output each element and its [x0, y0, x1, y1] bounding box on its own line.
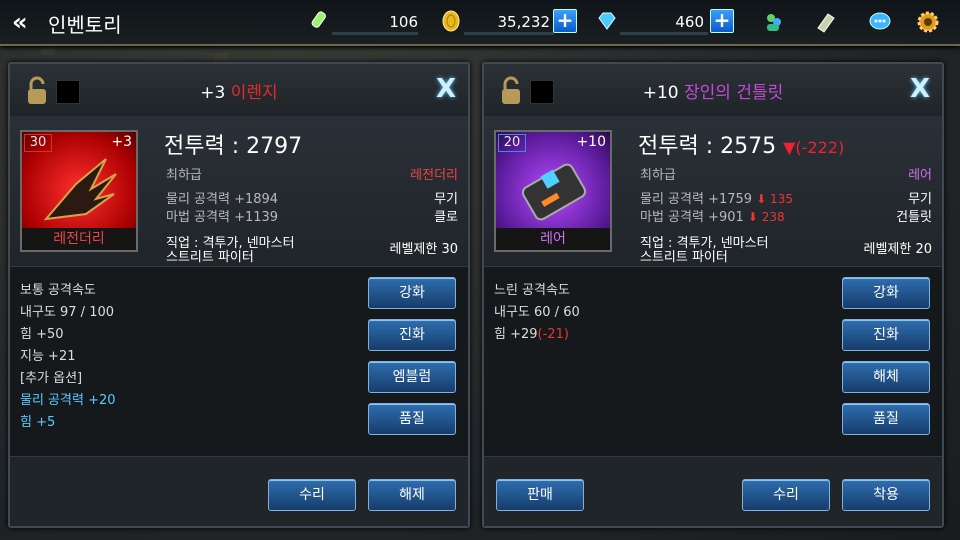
extra-option-1: 물리 공격력 +20 — [20, 393, 116, 408]
gold-value: 35,232 — [497, 13, 551, 31]
physical-attack: 물리 공격력 +1894 — [166, 192, 279, 207]
add-gold-button[interactable]: + — [553, 9, 577, 33]
top-bar: « 인벤토리 106 35,232 + 460 + — [0, 0, 960, 46]
grade-label: 레어 — [908, 168, 932, 183]
enhance-button[interactable]: 강화 — [842, 277, 930, 309]
gem-resource: 460 + — [596, 8, 738, 36]
enhance-button[interactable]: 강화 — [368, 277, 456, 309]
level-limit: 레벨제한 20 — [863, 242, 932, 257]
durability: 내구도 97 / 100 — [20, 305, 115, 320]
gauntlet-icon — [521, 163, 587, 221]
grade-label: 레전더리 — [410, 168, 458, 183]
quality-button[interactable]: 품질 — [368, 403, 456, 435]
grade-quality: 최하급 — [640, 168, 676, 183]
magic-attack: 마법 공격력 +1139 — [166, 210, 279, 225]
item-name: 장인의 건틀릿 — [684, 83, 784, 103]
item-subtype: 건틀릿 — [896, 210, 932, 225]
attack-speed: 느린 공격속도 — [494, 283, 570, 298]
item-slot: 20 +10 레어 — [494, 130, 612, 252]
stat-str-delta: (-21) — [537, 327, 569, 342]
enhance-level: +10 — [576, 134, 606, 150]
combat-power: 전투력 : 2575 ▼(-222) — [638, 134, 845, 159]
stat-str: 힘 +50 — [20, 327, 64, 342]
equipped-item-panel: +3 이렌지 X 30 +3 레전더리 전투력 : 2797 최하급 레전더리 … — [8, 62, 470, 528]
power-delta: ▼(-222) — [783, 138, 845, 157]
back-icon[interactable]: « — [12, 8, 27, 36]
item-title: +3 이렌지 — [200, 83, 278, 103]
item-level: 30 — [24, 134, 52, 152]
item-type: 무기 — [908, 192, 932, 207]
job-line-2: 스트리트 파이터 — [640, 250, 728, 265]
stat-str: 힘 +29(-21) — [494, 327, 569, 342]
quest-scroll-icon[interactable] — [814, 10, 838, 34]
friends-icon[interactable] — [762, 10, 786, 34]
item-grade: 레전더리 — [22, 228, 136, 250]
gem-icon — [598, 12, 616, 30]
evolve-button[interactable]: 진화 — [368, 319, 456, 351]
unequip-button[interactable]: 해제 — [368, 479, 456, 511]
item-grade: 레어 — [496, 228, 610, 250]
energy-resource: 106 — [308, 8, 420, 36]
gem-value: 460 — [675, 13, 704, 31]
selected-item-panel: +10 장인의 건틀릿 X 20 +10 레어 전투력 : 2575 ▼(-22… — [482, 62, 944, 528]
energy-value: 106 — [389, 13, 418, 31]
energy-potion-icon — [311, 11, 326, 28]
item-subtype: 클로 — [434, 210, 458, 225]
physical-attack: 물리 공격력 +1759 ⬇ 135 — [640, 192, 793, 207]
level-limit: 레벨제한 30 — [389, 242, 458, 257]
add-gem-button[interactable]: + — [710, 9, 734, 33]
item-slot: 30 +3 레전더리 — [20, 130, 138, 252]
repair-button[interactable]: 수리 — [742, 479, 830, 511]
item-title: +10 장인의 건틀릿 — [642, 83, 784, 103]
extra-option-2: 힘 +5 — [20, 415, 56, 430]
attack-speed: 보통 공격속도 — [20, 283, 96, 298]
item-name: 이렌지 — [230, 83, 278, 103]
close-button[interactable]: X — [910, 74, 930, 104]
stat-int: 지능 +21 — [20, 349, 76, 364]
stat-drop: ⬇ 135 — [756, 192, 793, 206]
item-level: 20 — [498, 134, 526, 152]
quality-button[interactable]: 품질 — [842, 403, 930, 435]
grade-quality: 최하급 — [166, 168, 202, 183]
item-type: 무기 — [434, 192, 458, 207]
chat-icon[interactable] — [868, 10, 892, 34]
sell-button[interactable]: 판매 — [496, 479, 584, 511]
settings-gear-icon[interactable] — [916, 10, 940, 34]
stat-drop: ⬇ 238 — [747, 210, 785, 224]
dismantle-button[interactable]: 해체 — [842, 361, 930, 393]
emblem-button[interactable]: 엠블럼 — [368, 361, 456, 393]
equip-button[interactable]: 착용 — [842, 479, 930, 511]
magic-attack: 마법 공격력 +901 ⬇ 238 — [640, 210, 785, 225]
page-title: 인벤토리 — [48, 13, 122, 37]
gold-coin-icon — [442, 10, 460, 32]
extra-option-header: [추가 옵션] — [20, 371, 83, 386]
job-line-2: 스트리트 파이터 — [166, 250, 254, 265]
evolve-button[interactable]: 진화 — [842, 319, 930, 351]
close-button[interactable]: X — [436, 74, 456, 104]
enhance-level: +3 — [111, 134, 132, 150]
combat-power: 전투력 : 2797 — [164, 134, 303, 159]
gold-resource: 35,232 + — [440, 8, 580, 36]
durability: 내구도 60 / 60 — [494, 305, 580, 320]
claw-weapon-icon — [43, 158, 117, 221]
repair-button[interactable]: 수리 — [268, 479, 356, 511]
